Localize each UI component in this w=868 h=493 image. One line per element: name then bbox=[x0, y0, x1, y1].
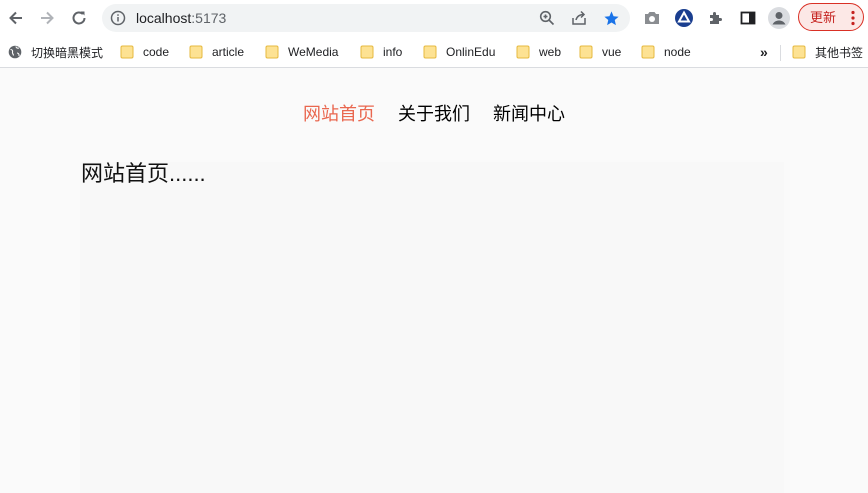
reload-icon bbox=[72, 11, 86, 25]
bookmark-folder-node[interactable]: node bbox=[641, 42, 691, 62]
reload-button[interactable] bbox=[67, 6, 91, 30]
site-nav: 网站首页 关于我们 新闻中心 bbox=[0, 102, 868, 126]
nav-link-home[interactable]: 网站首页 bbox=[303, 102, 375, 126]
share-icon bbox=[572, 10, 586, 25]
bookmarks-divider bbox=[780, 45, 781, 61]
bookmark-star-button[interactable] bbox=[602, 9, 620, 27]
globe-icon bbox=[8, 45, 22, 59]
chevron-double-right-icon: » bbox=[760, 44, 768, 60]
camera-icon bbox=[645, 12, 659, 24]
folder-icon bbox=[423, 45, 437, 59]
update-button[interactable]: 更新 bbox=[798, 3, 864, 31]
update-label: 更新 bbox=[810, 10, 837, 25]
nav-link-news[interactable]: 新闻中心 bbox=[493, 102, 565, 126]
vpn-extension-button[interactable] bbox=[673, 7, 695, 29]
bookmark-folder-wemedia[interactable]: WeMedia bbox=[265, 42, 338, 62]
folder-icon bbox=[579, 45, 593, 59]
bookmark-label: code bbox=[143, 45, 170, 59]
folder-icon bbox=[641, 45, 655, 59]
bookmark-label: article bbox=[212, 45, 245, 59]
bookmark-folder-onlinedu[interactable]: OnlinEdu bbox=[423, 42, 495, 62]
bookmark-folder-info[interactable]: info bbox=[360, 42, 402, 62]
folder-icon bbox=[189, 45, 203, 59]
nav-link-about[interactable]: 关于我们 bbox=[398, 102, 470, 126]
bookmark-folder-code[interactable]: code bbox=[120, 42, 169, 62]
bookmark-label: info bbox=[383, 45, 403, 59]
star-icon bbox=[603, 10, 619, 25]
bookmark-label: 其他书签 bbox=[815, 45, 864, 60]
back-arrow-icon bbox=[9, 11, 22, 25]
bookmark-label: vue bbox=[602, 45, 622, 59]
site-info-icon[interactable] bbox=[110, 10, 126, 26]
zoom-icon bbox=[539, 10, 555, 26]
triangle-logo-icon bbox=[675, 9, 693, 27]
bookmark-label: web bbox=[539, 45, 562, 59]
address-bar[interactable]: localhost:5173 bbox=[102, 4, 630, 32]
folder-icon bbox=[360, 45, 374, 59]
content-area bbox=[80, 162, 784, 493]
folder-icon bbox=[265, 45, 279, 59]
folder-icon bbox=[516, 45, 530, 59]
page-content-text: 网站首页...... bbox=[81, 161, 206, 186]
url-port: :5173 bbox=[191, 10, 227, 26]
side-panel-button[interactable] bbox=[737, 7, 759, 29]
kebab-menu-icon bbox=[851, 10, 855, 26]
extensions-button[interactable] bbox=[705, 7, 727, 29]
back-button[interactable] bbox=[4, 6, 28, 30]
bookmark-folder-other[interactable]: 其他书签 bbox=[792, 42, 863, 62]
profile-button[interactable] bbox=[768, 7, 790, 29]
share-button[interactable] bbox=[570, 9, 588, 27]
bookmark-label: WeMedia bbox=[288, 45, 339, 59]
bookmark-folder-vue[interactable]: vue bbox=[579, 42, 621, 62]
web-page: 网站首页 关于我们 新闻中心 网站首页...... bbox=[0, 68, 868, 493]
bookmarks-bar: 切换暗黑模式 code article WeMedia info OnlinEd… bbox=[0, 36, 868, 68]
side-panel-icon bbox=[740, 11, 756, 25]
screenshot-extension-button[interactable] bbox=[641, 7, 663, 29]
puzzle-icon bbox=[710, 12, 722, 24]
folder-icon bbox=[120, 45, 134, 59]
bookmark-label: node bbox=[664, 45, 691, 59]
bookmark-dark-mode[interactable]: 切换暗黑模式 bbox=[8, 42, 103, 62]
avatar-icon bbox=[768, 7, 790, 29]
bookmark-folder-web[interactable]: web bbox=[516, 42, 561, 62]
forward-arrow-icon bbox=[41, 11, 54, 25]
bookmark-folder-article[interactable]: article bbox=[189, 42, 244, 62]
bookmarks-overflow-button[interactable]: » bbox=[760, 42, 768, 62]
browser-window: localhost:5173 更新 切换暗黑模式 code article We… bbox=[0, 0, 868, 493]
bookmark-label: OnlinEdu bbox=[446, 45, 496, 59]
folder-icon bbox=[792, 45, 806, 59]
url-host: localhost bbox=[136, 10, 192, 26]
bookmark-label: 切换暗黑模式 bbox=[31, 45, 104, 60]
forward-button[interactable] bbox=[35, 6, 59, 30]
zoom-button[interactable] bbox=[538, 9, 556, 27]
browser-toolbar: localhost:5173 更新 bbox=[0, 0, 868, 36]
url-text[interactable]: localhost:5173 bbox=[136, 9, 226, 27]
